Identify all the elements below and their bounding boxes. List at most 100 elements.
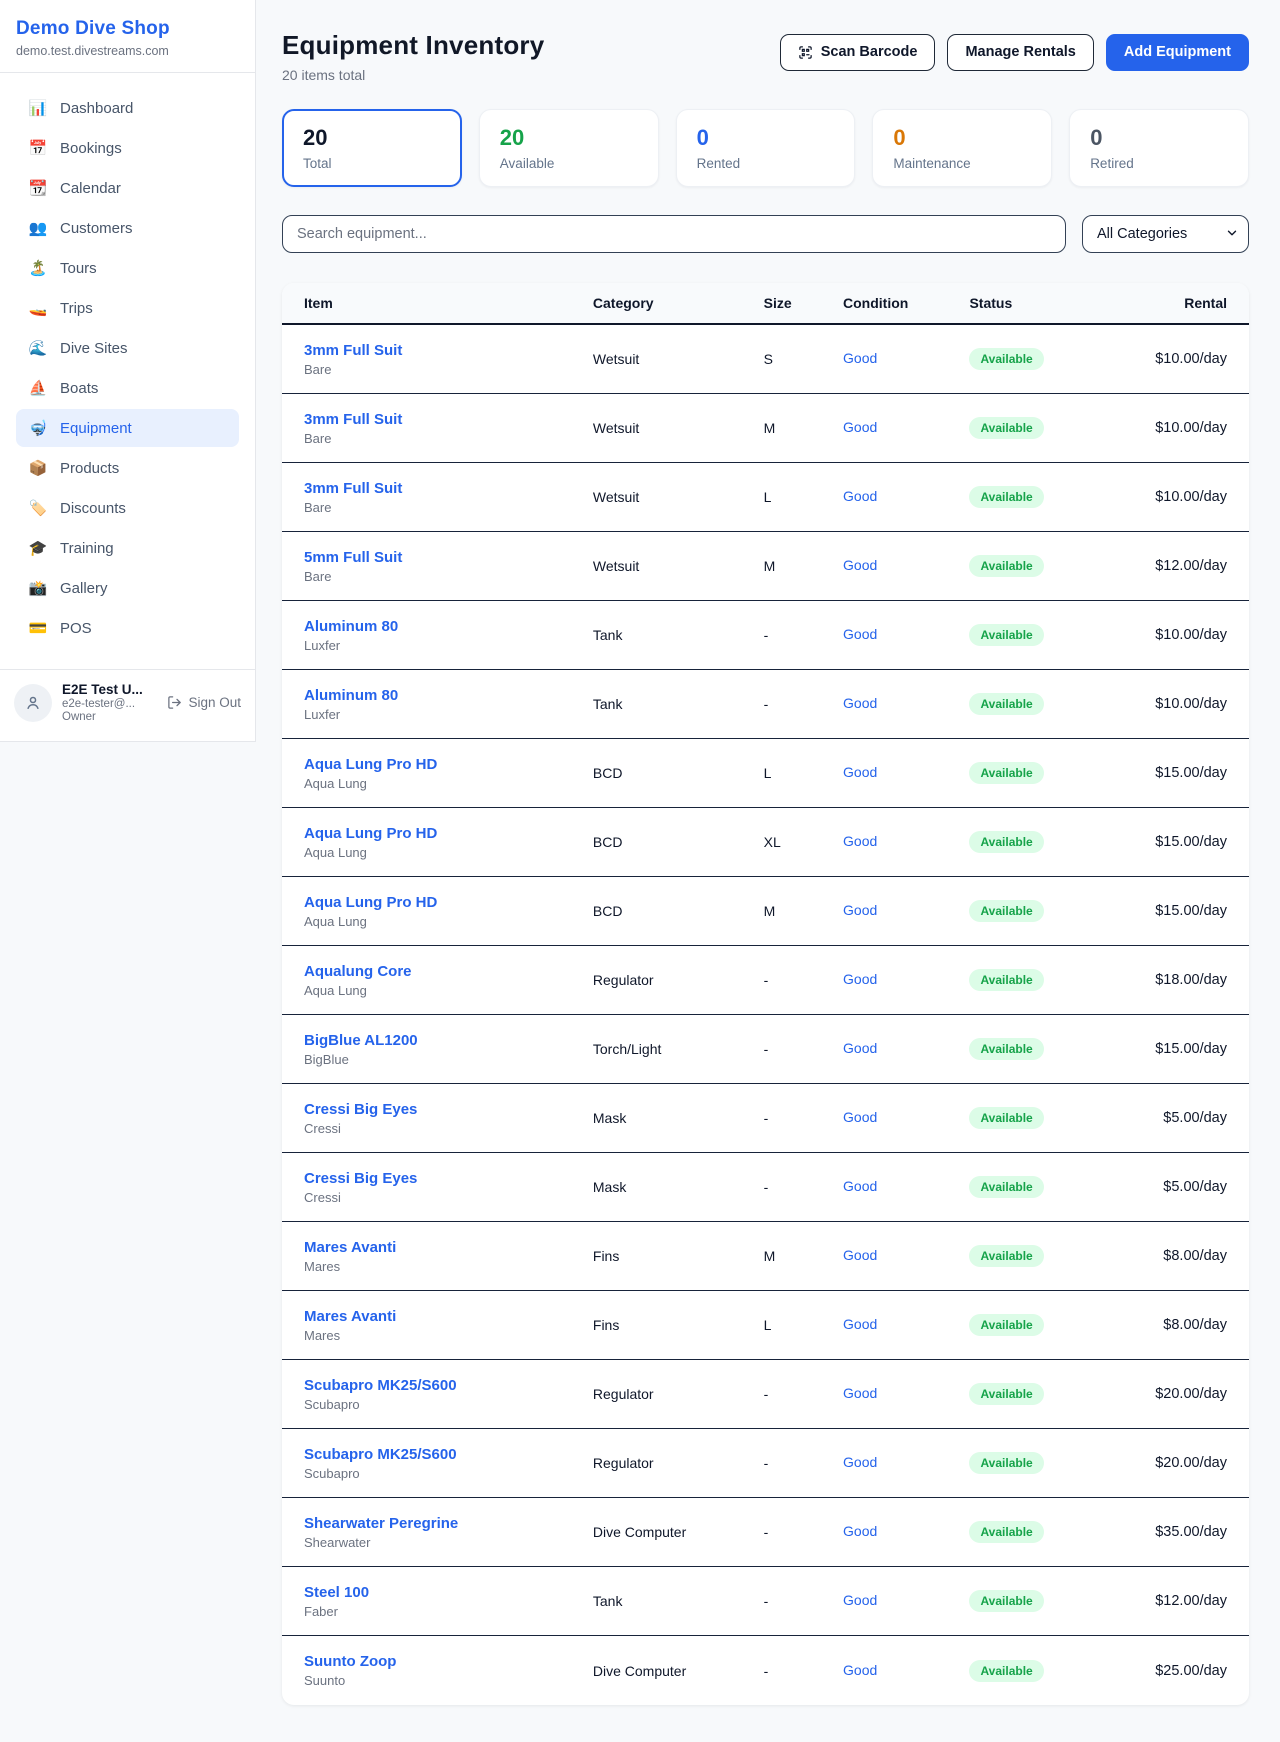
category-select[interactable]: All Categories <box>1082 215 1249 253</box>
condition-link[interactable]: Good <box>843 764 877 780</box>
condition-link[interactable]: Good <box>843 1592 877 1608</box>
table-row: 3mm Full SuitBareWetsuitLGoodAvailable$1… <box>282 463 1249 532</box>
table-row: 5mm Full SuitBareWetsuitMGoodAvailable$1… <box>282 532 1249 601</box>
item-brand: Cressi <box>304 1121 593 1136</box>
condition-link[interactable]: Good <box>843 419 877 435</box>
stat-card-retired[interactable]: 0Retired <box>1069 109 1249 187</box>
item-name-link[interactable]: Mares Avanti <box>304 1308 593 1325</box>
size-cell: M <box>764 1248 843 1264</box>
condition-link[interactable]: Good <box>843 971 877 987</box>
sidebar-item-dive-sites[interactable]: 🌊Dive Sites <box>16 329 239 367</box>
item-name-link[interactable]: Cressi Big Eyes <box>304 1101 593 1118</box>
sidebar-item-calendar[interactable]: 📆Calendar <box>16 169 239 207</box>
sidebar-item-label: Boats <box>60 380 98 397</box>
stat-card-maintenance[interactable]: 0Maintenance <box>872 109 1052 187</box>
item-cell: Scubapro MK25/S600Scubapro <box>304 1446 593 1481</box>
condition-link[interactable]: Good <box>843 488 877 504</box>
status-badge: Available <box>969 693 1043 715</box>
condition-link[interactable]: Good <box>843 1316 877 1332</box>
condition-link[interactable]: Good <box>843 1385 877 1401</box>
stat-card-total[interactable]: 20Total <box>282 109 462 187</box>
status-badge: Available <box>969 1660 1043 1682</box>
condition-link[interactable]: Good <box>843 1247 877 1263</box>
item-name-link[interactable]: Scubapro MK25/S600 <box>304 1446 593 1463</box>
trips-icon: 🚤 <box>28 299 48 317</box>
condition-link[interactable]: Good <box>843 1662 877 1678</box>
item-cell: Aluminum 80Luxfer <box>304 687 593 722</box>
rental-cell: $20.00/day <box>1104 1455 1227 1471</box>
item-cell: Aqua Lung Pro HDAqua Lung <box>304 756 593 791</box>
condition-cell: Good <box>843 350 969 368</box>
item-name-link[interactable]: Aqualung Core <box>304 963 593 980</box>
sidebar-item-discounts[interactable]: 🏷️Discounts <box>16 489 239 527</box>
sidebar-item-tours[interactable]: 🏝️Tours <box>16 249 239 287</box>
sidebar-item-trips[interactable]: 🚤Trips <box>16 289 239 327</box>
status-cell: Available <box>969 1521 1104 1543</box>
condition-link[interactable]: Good <box>843 350 877 366</box>
discounts-icon: 🏷️ <box>28 499 48 517</box>
sign-out-button[interactable]: Sign Out <box>167 695 241 710</box>
tours-icon: 🏝️ <box>28 259 48 277</box>
item-name-link[interactable]: Aluminum 80 <box>304 687 593 704</box>
item-name-link[interactable]: Suunto Zoop <box>304 1653 593 1670</box>
sidebar-item-label: Training <box>60 540 114 557</box>
stat-value: 0 <box>1090 125 1228 151</box>
size-cell: - <box>764 627 843 643</box>
stat-card-rented[interactable]: 0Rented <box>676 109 856 187</box>
condition-link[interactable]: Good <box>843 695 877 711</box>
status-cell: Available <box>969 969 1104 991</box>
rental-cell: $35.00/day <box>1104 1524 1227 1540</box>
item-name-link[interactable]: Scubapro MK25/S600 <box>304 1377 593 1394</box>
item-name-link[interactable]: 3mm Full Suit <box>304 342 593 359</box>
item-name-link[interactable]: Aqua Lung Pro HD <box>304 756 593 773</box>
category-cell: BCD <box>593 765 764 781</box>
condition-link[interactable]: Good <box>843 1109 877 1125</box>
condition-cell: Good <box>843 1109 969 1127</box>
sidebar-item-gallery[interactable]: 📸Gallery <box>16 569 239 607</box>
item-brand: Luxfer <box>304 638 593 653</box>
item-name-link[interactable]: Steel 100 <box>304 1584 593 1601</box>
barcode-scan-icon <box>798 45 813 60</box>
condition-link[interactable]: Good <box>843 833 877 849</box>
sidebar-item-dashboard[interactable]: 📊Dashboard <box>16 89 239 127</box>
table-row: 3mm Full SuitBareWetsuitSGoodAvailable$1… <box>282 325 1249 394</box>
sidebar-item-bookings[interactable]: 📅Bookings <box>16 129 239 167</box>
condition-link[interactable]: Good <box>843 1040 877 1056</box>
condition-link[interactable]: Good <box>843 1178 877 1194</box>
item-name-link[interactable]: Aqua Lung Pro HD <box>304 825 593 842</box>
item-name-link[interactable]: 3mm Full Suit <box>304 411 593 428</box>
item-brand: Faber <box>304 1604 593 1619</box>
item-name-link[interactable]: Mares Avanti <box>304 1239 593 1256</box>
manage-rentals-button[interactable]: Manage Rentals <box>947 34 1093 71</box>
sidebar-item-training[interactable]: 🎓Training <box>16 529 239 567</box>
scan-barcode-button[interactable]: Scan Barcode <box>780 34 936 71</box>
condition-link[interactable]: Good <box>843 557 877 573</box>
sidebar-item-boats[interactable]: ⛵Boats <box>16 369 239 407</box>
page-title-block: Equipment Inventory 20 items total <box>282 30 544 83</box>
sidebar-item-customers[interactable]: 👥Customers <box>16 209 239 247</box>
condition-link[interactable]: Good <box>843 626 877 642</box>
item-name-link[interactable]: Shearwater Peregrine <box>304 1515 593 1532</box>
sidebar-item-label: Equipment <box>60 420 132 437</box>
item-name-link[interactable]: Cressi Big Eyes <box>304 1170 593 1187</box>
sidebar-item-equipment[interactable]: 🤿Equipment <box>16 409 239 447</box>
rental-cell: $8.00/day <box>1104 1317 1227 1333</box>
stat-card-available[interactable]: 20Available <box>479 109 659 187</box>
item-name-link[interactable]: Aluminum 80 <box>304 618 593 635</box>
item-name-link[interactable]: 3mm Full Suit <box>304 480 593 497</box>
condition-link[interactable]: Good <box>843 1454 877 1470</box>
item-name-link[interactable]: 5mm Full Suit <box>304 549 593 566</box>
sidebar-item-pos[interactable]: 💳POS <box>16 609 239 647</box>
search-input[interactable] <box>282 215 1066 253</box>
add-equipment-button[interactable]: Add Equipment <box>1106 34 1249 71</box>
customers-icon: 👥 <box>28 219 48 237</box>
item-cell: Suunto ZoopSuunto <box>304 1653 593 1688</box>
condition-link[interactable]: Good <box>843 1523 877 1539</box>
item-name-link[interactable]: Aqua Lung Pro HD <box>304 894 593 911</box>
table-row: Aqua Lung Pro HDAqua LungBCDXLGoodAvaila… <box>282 808 1249 877</box>
condition-cell: Good <box>843 1592 969 1610</box>
item-brand: Bare <box>304 569 593 584</box>
sidebar-item-products[interactable]: 📦Products <box>16 449 239 487</box>
item-name-link[interactable]: BigBlue AL1200 <box>304 1032 593 1049</box>
condition-link[interactable]: Good <box>843 902 877 918</box>
